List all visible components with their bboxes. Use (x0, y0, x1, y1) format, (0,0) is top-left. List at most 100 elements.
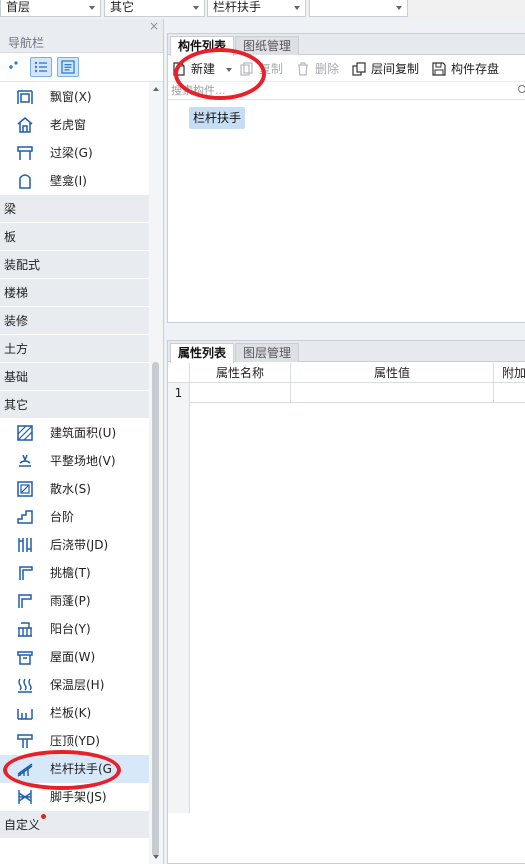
nav-category-prefab[interactable]: 装配式 (0, 251, 149, 279)
component-search-input[interactable] (168, 82, 518, 99)
copy-button[interactable]: 复制 (240, 60, 286, 78)
nav-category-label: 其它 (4, 398, 29, 412)
nav-item-canopy[interactable]: 雨蓬(P) (0, 587, 149, 615)
nav-category-foundation[interactable]: 基础 (0, 363, 149, 391)
column-header-extra[interactable]: 附加 (494, 363, 525, 383)
new-button[interactable]: 新建 (172, 60, 234, 78)
nav-category-label: 梁 (4, 202, 17, 216)
nav-item-railing[interactable]: 栏杆扶手(G (0, 755, 149, 783)
property-name-cell[interactable] (190, 383, 291, 403)
row-index: 1 (168, 383, 190, 403)
nav-item-insulation[interactable]: 保温层(H) (0, 671, 149, 699)
pin-button[interactable] (4, 57, 26, 77)
navigation-scrollbar[interactable] (149, 82, 163, 864)
search-icon[interactable] (518, 85, 525, 93)
nav-item-scaffold[interactable]: 脚手架(JS) (0, 783, 149, 811)
nav-item-label: 飘窗(X) (50, 90, 92, 104)
list-view-button[interactable] (30, 57, 52, 77)
component-list-item[interactable]: 栏杆扶手 (189, 107, 246, 129)
nav-item-site-leveling[interactable]: 平整场地(V) (0, 447, 149, 475)
trash-icon (298, 62, 308, 76)
navigation-title: 导航栏 (8, 36, 45, 50)
chevron-down-icon (89, 6, 95, 10)
navigation-toolbar (0, 54, 163, 82)
nav-category-other[interactable]: 其它 (0, 391, 149, 419)
scaffold-icon (18, 790, 32, 804)
nav-item-label: 栏板(K) (50, 706, 92, 720)
chevron-down-icon (193, 6, 199, 10)
nav-item-dormer-window[interactable]: 老虎窗 (0, 111, 149, 139)
bay-window-icon (17, 90, 33, 104)
steps-icon (17, 510, 33, 524)
tab-component-list[interactable]: 构件列表 (170, 36, 235, 56)
component-dropdown[interactable] (309, 0, 408, 17)
nav-category-earthwork[interactable]: 土方 (0, 335, 149, 363)
tab-property-list[interactable]: 属性列表 (170, 343, 235, 363)
nav-category-stairs[interactable]: 楼梯 (0, 279, 149, 307)
close-icon[interactable]: × (149, 20, 159, 32)
detail-view-icon (61, 60, 75, 74)
nav-item-label: 壁龛(I) (50, 174, 87, 188)
nav-item-apron[interactable]: 散水(S) (0, 475, 149, 503)
property-extra-cell[interactable] (494, 383, 525, 403)
building-area-icon (17, 425, 33, 441)
nav-item-post-pour-strip[interactable]: 后浇带(JD) (0, 531, 149, 559)
nav-item-coping[interactable]: 压顶(YD) (0, 727, 149, 755)
table-header-row: 属性名称 属性值 附加 (168, 363, 525, 383)
nav-category-label: 装修 (4, 314, 29, 328)
floor-copy-button-label: 层间复制 (371, 62, 420, 76)
nav-category-finishing[interactable]: 装修 (0, 307, 149, 335)
nav-category-label: 土方 (4, 342, 29, 356)
detail-view-button[interactable] (57, 57, 79, 77)
nav-item-building-area[interactable]: 建筑面积(U) (0, 419, 149, 447)
floor-copy-icon (352, 62, 366, 76)
floor-dropdown[interactable]: 首层 (0, 0, 101, 17)
nav-item-parapet-panel[interactable]: 栏板(K) (0, 699, 149, 727)
delete-button[interactable]: 删除 (296, 60, 342, 78)
scroll-up-icon[interactable] (153, 87, 159, 91)
property-list-panel: 属性列表 图层管理 属性名称 属性值 附加 1 (167, 340, 525, 864)
nav-category-slab[interactable]: 板 (0, 223, 149, 251)
balcony-icon (18, 622, 32, 637)
tab-drawing-management[interactable]: 图纸管理 (235, 36, 300, 55)
nav-category-label: 板 (4, 230, 17, 244)
nav-item-label: 脚手架(JS) (50, 790, 107, 804)
nav-item-bay-window[interactable]: 飘窗(X) (0, 83, 149, 111)
table-row[interactable]: 1 (168, 383, 525, 403)
chevron-down-icon (396, 6, 402, 10)
category-dropdown[interactable]: 其它 (104, 0, 205, 17)
railing-icon (17, 763, 33, 777)
floor-copy-button[interactable]: 层间复制 (352, 60, 422, 78)
navigation-tree: 飘窗(X) 老虎窗 过梁(G) 壁龛(I) 梁 板 装配式 楼梯 装修 土方 基… (0, 83, 149, 839)
navigation-header: 导航栏 × (0, 19, 163, 53)
nav-category-beam[interactable]: 梁 (0, 195, 149, 223)
nav-item-roof[interactable]: 屋面(W) (0, 643, 149, 671)
category-dropdown-value: 其它 (110, 0, 135, 14)
nav-item-niche[interactable]: 壁龛(I) (0, 167, 149, 195)
scrollbar-thumb[interactable] (152, 362, 159, 856)
component-search-box (168, 82, 525, 100)
nav-item-steps[interactable]: 台阶 (0, 503, 149, 531)
nav-item-label: 后浇带(JD) (50, 538, 109, 552)
nav-category-custom[interactable]: 自定义 (0, 811, 149, 839)
nav-item-eave[interactable]: 挑檐(T) (0, 559, 149, 587)
nav-category-label: 楼梯 (4, 286, 29, 300)
delete-button-label: 删除 (315, 62, 340, 76)
save-component-button[interactable]: 构件存盘 (432, 60, 512, 78)
property-value-cell[interactable] (291, 383, 494, 403)
nav-item-lintel[interactable]: 过梁(G) (0, 139, 149, 167)
chevron-down-icon (294, 6, 300, 10)
save-component-button-label: 构件存盘 (451, 62, 500, 76)
column-header-name[interactable]: 属性名称 (190, 363, 291, 383)
nav-item-balcony[interactable]: 阳台(Y) (0, 615, 149, 643)
type-dropdown[interactable]: 栏杆扶手 (207, 0, 306, 17)
nav-item-label: 建筑面积(U) (50, 426, 117, 440)
nav-item-label: 栏杆扶手(G (50, 762, 112, 776)
tab-layer-management[interactable]: 图层管理 (235, 343, 300, 362)
dormer-window-icon (17, 117, 33, 133)
nav-category-label: 基础 (4, 370, 29, 384)
row-number-gutter (168, 383, 190, 813)
column-header-value[interactable]: 属性值 (291, 363, 494, 383)
nav-item-label: 雨蓬(P) (50, 594, 91, 608)
scroll-down-icon[interactable] (153, 855, 159, 859)
